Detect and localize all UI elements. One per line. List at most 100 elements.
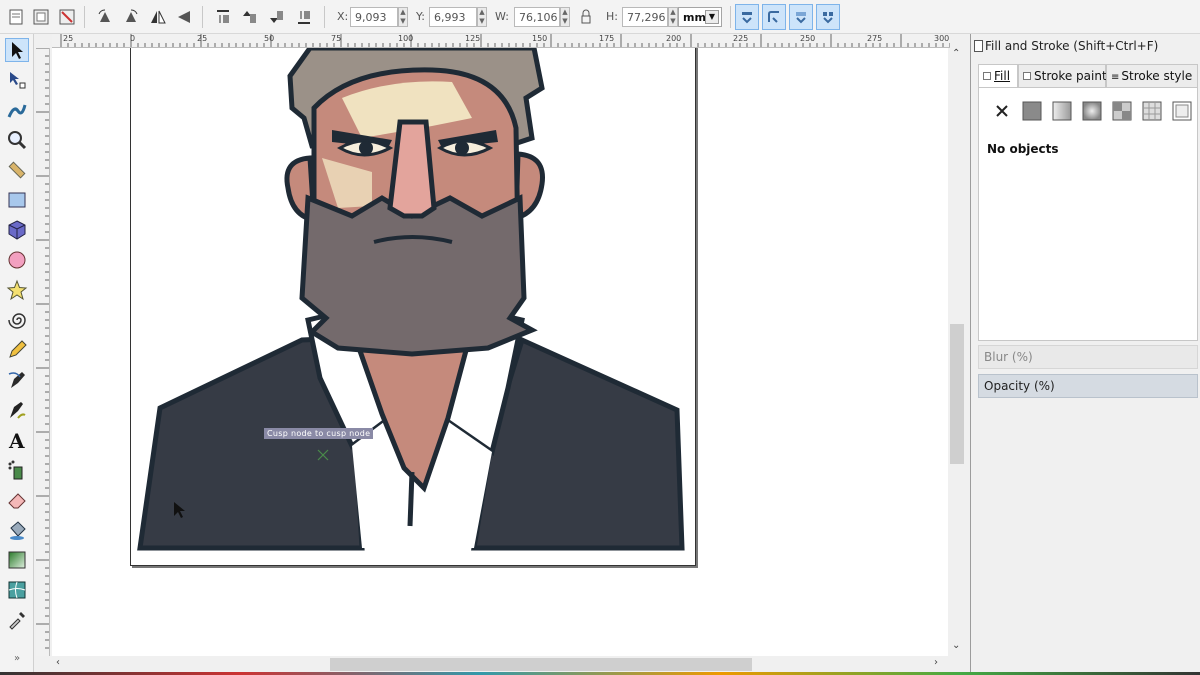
gradient-tool[interactable] <box>5 548 29 572</box>
transform-gradients-toggle[interactable] <box>789 4 813 30</box>
3dbox-tool[interactable] <box>5 218 29 242</box>
horizontal-scrollbar[interactable]: ‹ › <box>52 656 948 672</box>
w-label: W: <box>495 10 509 23</box>
vertical-scroll-thumb[interactable] <box>950 324 964 464</box>
selector-tool[interactable] <box>5 38 29 62</box>
toolbox: A » <box>0 34 34 675</box>
flip-vertical-icon[interactable] <box>174 7 194 27</box>
h-field[interactable]: 77,296 <box>622 7 668 27</box>
fill-stroke-panel: Fill and Stroke (Shift+Ctrl+F) Fill Stro… <box>970 34 1200 675</box>
transform-patterns-icon <box>823 12 833 24</box>
radial-gradient-button[interactable] <box>1081 100 1103 122</box>
lower-icon[interactable] <box>267 7 287 27</box>
no-objects-label: No objects <box>987 142 1059 156</box>
shirt-placket <box>407 471 415 527</box>
pen-tool[interactable] <box>5 368 29 392</box>
zoom-tool[interactable] <box>5 128 29 152</box>
transform-patterns-toggle[interactable] <box>816 4 840 30</box>
mesh-gradient-icon <box>1112 101 1132 121</box>
lock-icon[interactable] <box>576 7 596 27</box>
tab-fill-label: Fill <box>994 69 1011 83</box>
pupil-left <box>359 141 373 155</box>
magnifier-icon <box>8 131 27 150</box>
rotate-cw-icon[interactable] <box>121 7 141 27</box>
y-field[interactable]: 6,993 <box>429 7 477 27</box>
no-paint-button[interactable] <box>991 100 1013 122</box>
tweak-icon <box>7 104 27 118</box>
rectangle-icon <box>8 192 26 208</box>
flat-color-button[interactable] <box>1021 100 1043 122</box>
beard <box>299 194 538 357</box>
radial-gradient-icon <box>1082 101 1102 121</box>
w-field[interactable]: 76,106 <box>514 7 560 27</box>
select-all-icon[interactable] <box>6 7 26 27</box>
mesh-tool[interactable] <box>5 578 29 602</box>
vertical-ruler-ticks <box>36 48 49 649</box>
artwork-bearded-man[interactable] <box>52 48 948 656</box>
y-spinner[interactable]: ▲ ▼ <box>477 7 487 27</box>
vertical-scrollbar[interactable]: ⌃ ⌄ <box>948 48 966 656</box>
scale-corners-toggle[interactable] <box>762 4 786 30</box>
star-tool[interactable] <box>5 278 29 302</box>
tool-controls-bar: X: 9,093 ▲ ▼ Y: 6,993 ▲ ▼ W: 76,106 ▲ ▼ H: … <box>0 0 1200 34</box>
h-spinner[interactable]: ▲ ▼ <box>668 7 678 27</box>
more-tools-icon[interactable]: » <box>5 646 29 670</box>
linear-gradient-button[interactable] <box>1051 100 1073 122</box>
swatch-button[interactable] <box>1171 100 1193 122</box>
pen-icon <box>8 372 25 388</box>
flat-color-icon <box>1022 101 1042 121</box>
lower-to-bottom-icon[interactable] <box>294 7 314 27</box>
calligraphy-icon <box>10 402 26 419</box>
scale-stroke-toggle[interactable] <box>735 4 759 30</box>
snap-tooltip: Cusp node to cusp node <box>264 428 374 439</box>
rotate-ccw-icon[interactable] <box>95 7 115 27</box>
w-spinner[interactable]: ▲ ▼ <box>560 7 570 27</box>
y-label: Y: <box>416 10 425 23</box>
dropper-tool[interactable] <box>5 608 29 632</box>
calligraphy-tool[interactable] <box>5 398 29 422</box>
scroll-up-icon[interactable]: ⌃ <box>952 48 960 59</box>
scroll-left-icon[interactable]: ‹ <box>56 657 60 668</box>
ruler-tick-label: 25 <box>63 34 74 43</box>
tweak-tool[interactable] <box>5 98 29 122</box>
tab-stroke-paint[interactable]: Stroke paint <box>1018 64 1107 88</box>
scroll-right-icon[interactable]: › <box>934 657 938 668</box>
scale-stroke-icon <box>742 12 752 24</box>
eraser-tool[interactable] <box>5 488 29 512</box>
blur-slider[interactable]: Blur (%) <box>978 345 1198 369</box>
x-icon <box>996 105 1008 117</box>
inkscape-window: X: 9,093 ▲ ▼ Y: 6,993 ▲ ▼ W: 76,106 ▲ ▼ H: … <box>0 0 1200 675</box>
scroll-down-icon[interactable]: ⌄ <box>952 640 960 651</box>
text-tool[interactable]: A <box>5 428 29 452</box>
raise-to-top-icon[interactable] <box>213 7 233 27</box>
x-field[interactable]: 9,093 <box>350 7 398 27</box>
swatch-icon <box>1172 101 1192 121</box>
pattern-button[interactable] <box>1141 100 1163 122</box>
scale-corners-icon <box>768 11 779 23</box>
x-spinner[interactable]: ▲ ▼ <box>398 7 408 27</box>
rectangle-tool[interactable] <box>5 188 29 212</box>
bucket-tool[interactable] <box>5 518 29 542</box>
blur-label: Blur (%) <box>984 350 1033 364</box>
pencil-tool[interactable] <box>5 338 29 362</box>
paint-bucket-icon <box>10 521 26 540</box>
ellipse-tool[interactable] <box>5 248 29 272</box>
spiral-tool[interactable] <box>5 308 29 332</box>
ruler-tick-label: 50 <box>264 34 275 43</box>
flip-horizontal-icon[interactable] <box>148 7 168 27</box>
tab-stroke-style[interactable]: ≡ Stroke style <box>1106 64 1198 88</box>
pencil-icon <box>9 340 27 358</box>
measure-tool[interactable] <box>5 158 29 182</box>
mesh-gradient-button[interactable] <box>1111 100 1133 122</box>
horizontal-scroll-thumb[interactable] <box>330 658 752 671</box>
deselect-icon[interactable] <box>57 7 77 27</box>
drawing-canvas[interactable]: Cusp node to cusp node <box>52 48 948 656</box>
node-tool[interactable] <box>5 68 29 92</box>
spray-tool[interactable] <box>5 458 29 482</box>
unit-select[interactable]: mm ▼ <box>678 7 722 27</box>
tab-fill[interactable]: Fill <box>978 64 1018 88</box>
raise-icon[interactable] <box>240 7 260 27</box>
select-all-layers-icon[interactable] <box>31 7 51 27</box>
nose <box>387 119 437 219</box>
opacity-slider[interactable]: Opacity (%) <box>978 374 1198 398</box>
